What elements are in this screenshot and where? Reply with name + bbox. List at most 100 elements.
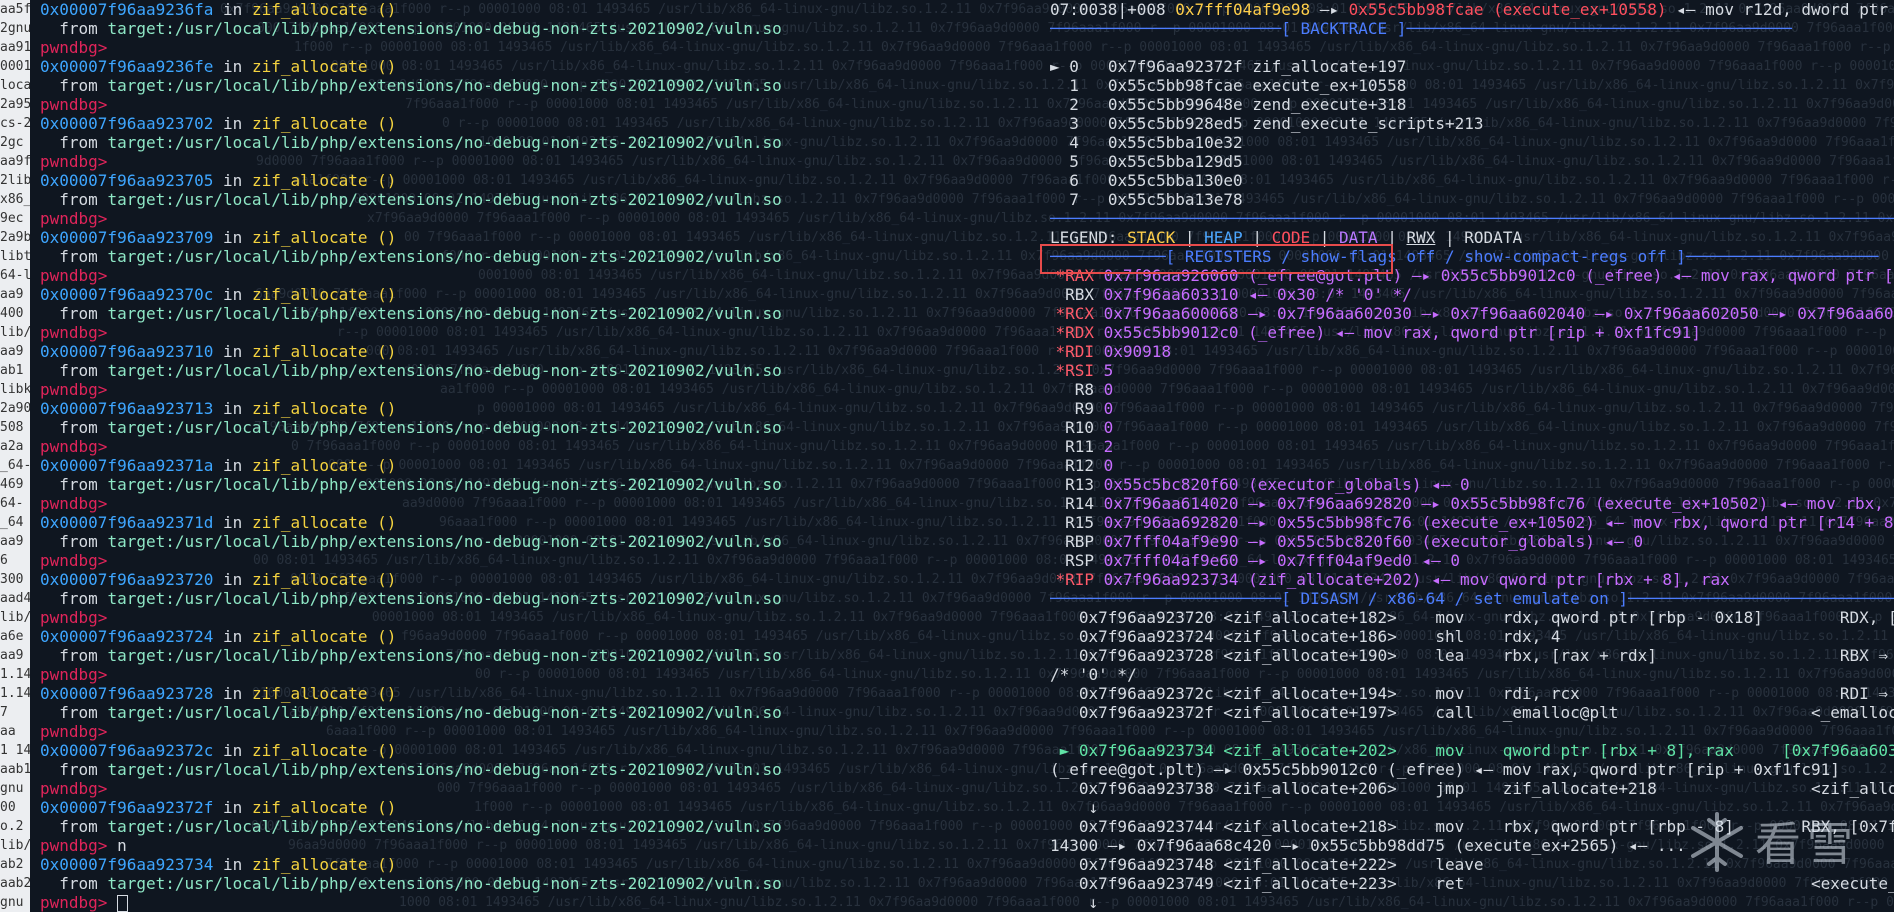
command-text: n [117,836,127,855]
in-label: in [223,171,243,190]
snowflake-icon [1691,812,1743,872]
frame-address: 0x00007f96aa923734 [40,855,214,874]
prompt-label: pwndbg> [40,323,108,342]
gdb-output-pane[interactable]: 0x00007f96aa9236fa in zif_allocate () fr… [40,0,1040,912]
instruction: 0x7f96aa923738 <zif_allocate+206> jmp zi… [1050,779,1894,798]
output-line: pwndbg> [40,95,1040,114]
output-line: pwndbg> [40,266,1040,285]
instruction: ↓ [1050,893,1099,912]
edge-fragment: 300 [0,572,24,587]
stack-line: 07:0038|+008 0x7fff04af9e98 —▸ 0x55c5bb9… [1050,0,1894,19]
output-line: from target:/usr/local/lib/php/extension… [40,19,1040,38]
frame-address: 0x00007f96aa923724 [40,627,214,646]
stack-target: 0x55c5bb98fcae [1348,0,1484,19]
library-path: target:/usr/local/lib/php/extensions/no-… [107,247,782,266]
register-value: 0 [1103,418,1114,437]
frame-address: 0x00007f96aa92372f [40,798,214,817]
disasm-line: 0x7f96aa923720 <zif_allocate+182> mov rd… [1050,608,1894,627]
in-label: in [223,285,243,304]
library-path: target:/usr/local/lib/php/extensions/no-… [107,646,782,665]
edge-fragment: aab1f [0,762,30,777]
in-label: in [223,228,243,247]
prompt-label: pwndbg> [40,836,108,855]
edge-fragment: gnu [0,895,24,910]
prompt-label: pwndbg> [40,779,108,798]
legend-rodata: RODATA [1464,228,1523,247]
library-path: target:/usr/local/lib/php/extensions/no-… [107,19,782,38]
watermark-logo: 看雪 [1680,800,1880,890]
frame-address: 0x00007f96aa923720 [40,570,214,589]
edge-fragment: cs-20 [0,116,30,131]
from-label: from [59,646,98,665]
frame-address: 0x00007f96aa923702 [40,114,214,133]
edge-fragment: aa9 [0,287,24,302]
output-line: from target:/usr/local/lib/php/extension… [40,361,1040,380]
instruction: /* '0' */ [1050,665,1137,684]
output-line: 0x00007f96aa923724 in zif_allocate () [40,627,1040,646]
edge-fragment: 2gnu [0,21,30,36]
frame-marker [1050,133,1069,152]
register-row: *RIP 0x7f96aa923734 (zif_allocate+202) ◂… [1050,570,1894,589]
edge-fragment: lib/x [0,325,30,340]
frame-address: 0x55c5bb928ed5 [1107,114,1243,133]
frame-symbol: zend_execute_scripts+213 [1252,114,1484,133]
register-row: *RSI 5 [1050,361,1894,380]
library-path: target:/usr/local/lib/php/extensions/no-… [107,760,782,779]
output-line: pwndbg> [40,665,1040,684]
register-name: R9 [1074,399,1094,418]
frame-address: 0x00007f96aa92372c [40,741,214,760]
in-label: in [223,57,243,76]
frame-address: 0x00007f96aa923713 [40,399,214,418]
frame-address: 0x00007f96aa9236fe [40,57,214,76]
instruction[interactable]: ► 0x7f96aa923734 <zif_allocate+202> mov … [1050,741,1894,760]
pwndbg-context-pane[interactable]: 07:0038|+008 0x7fff04af9e98 —▸ 0x55c5bb9… [1050,0,1894,912]
terminal-cursor[interactable] [117,895,129,912]
function-name: zif_allocate () [251,570,397,589]
prompt-label: pwndbg> [40,893,108,912]
library-path: target:/usr/local/lib/php/extensions/no-… [107,589,782,608]
edge-fragment: 2a95 [0,97,30,112]
output-line: from target:/usr/local/lib/php/extension… [40,760,1040,779]
output-line: 0x00007f96aa923702 in zif_allocate () [40,114,1040,133]
prompt-label: pwndbg> [40,266,108,285]
output-line: 0x00007f96aa92370c in zif_allocate () [40,285,1040,304]
frame-address: 0x00007f96aa923728 [40,684,214,703]
library-path: target:/usr/local/lib/php/extensions/no-… [107,874,782,893]
edge-fragment: aa9f [0,154,30,169]
output-line: pwndbg> [40,494,1040,513]
edge-fragment: a2a [0,439,24,454]
edge-fragment: local [0,78,30,93]
from-label: from [59,19,98,38]
output-line: pwndbg> [40,380,1040,399]
output-line: from target:/usr/local/lib/php/extension… [40,475,1040,494]
function-name: zif_allocate () [251,798,397,817]
stack-instr: mov r12d, dword ptr [rbx + [1705,0,1889,19]
instruction: (_efree@got.plt) —▸ 0x55c5bb9012c0 (_efr… [1050,760,1840,779]
instruction: 0x7f96aa923724 <zif_allocate+186> shl rd… [1050,627,1561,646]
edge-fragment: o.2 [0,819,24,834]
in-label: in [223,570,243,589]
frame-address: 0x55c5bba10e32 [1107,133,1243,152]
section-rule: ──────────────────────── [1050,589,1282,608]
in-label: in [223,0,243,19]
register-name: *RSI [1055,361,1094,380]
register-row: R11 2 [1050,437,1894,456]
function-name: zif_allocate () [251,684,397,703]
output-line: 0x00007f96aa923720 in zif_allocate () [40,570,1040,589]
output-line: pwndbg> [40,437,1040,456]
disasm-line: 0x7f96aa923738 <zif_allocate+206> jmp zi… [1050,779,1894,798]
register-row: RBX 0x7f96aa603310 ◂— 0x30 /* '0' */ [1050,285,1894,304]
function-name: zif_allocate () [251,228,397,247]
output-line: pwndbg> [40,551,1040,570]
edge-fragment: 1.14 [0,667,30,682]
prompt-label: pwndbg> [40,437,108,456]
disasm-header: ────────────────────────[ DISASM / x86-6… [1050,589,1894,608]
register-name: *RCX [1055,304,1094,323]
output-line: pwndbg> [40,209,1040,228]
register-name: R12 [1065,456,1094,475]
disasm-line: /* '0' */ [1050,665,1894,684]
library-path: target:/usr/local/lib/php/extensions/no-… [107,703,782,722]
edge-fragment: lib/x [0,838,30,853]
library-path: target:/usr/local/lib/php/extensions/no-… [107,304,782,323]
